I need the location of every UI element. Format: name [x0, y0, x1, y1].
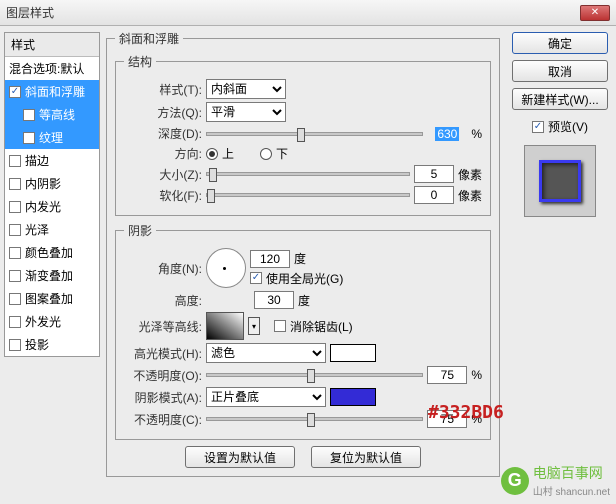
shadow-mode-select[interactable]: 正片叠底	[206, 387, 326, 407]
ok-button[interactable]: 确定	[512, 32, 608, 54]
depth-input[interactable]: 630	[427, 127, 467, 141]
checkbox-icon[interactable]	[9, 293, 21, 305]
highlight-mode-label: 高光模式(H):	[124, 345, 202, 362]
bevel-legend: 斜面和浮雕	[115, 30, 183, 47]
style-bevel[interactable]: 斜面和浮雕	[5, 80, 99, 103]
reset-default-button[interactable]: 复位为默认值	[311, 446, 421, 468]
style-drop-shadow[interactable]: 投影	[5, 333, 99, 356]
style-select[interactable]: 内斜面	[206, 79, 286, 99]
blend-options-row[interactable]: 混合选项:默认	[5, 57, 99, 80]
angle-dial[interactable]	[206, 248, 246, 288]
checkbox-icon[interactable]	[9, 201, 21, 213]
style-outer-glow[interactable]: 外发光	[5, 310, 99, 333]
soften-input[interactable]	[414, 186, 454, 204]
checkbox-icon[interactable]	[9, 178, 21, 190]
watermark-icon: G	[501, 467, 529, 495]
checkbox-icon[interactable]	[23, 132, 35, 144]
checkbox-icon[interactable]	[9, 316, 21, 328]
preview-chip	[539, 160, 581, 202]
style-inner-glow[interactable]: 内发光	[5, 195, 99, 218]
checkbox-icon[interactable]	[9, 270, 21, 282]
checkbox-icon[interactable]	[23, 109, 35, 121]
direction-label: 方向:	[124, 145, 202, 162]
highlight-mode-select[interactable]: 滤色	[206, 343, 326, 363]
size-slider[interactable]	[206, 172, 410, 176]
size-label: 大小(Z):	[124, 166, 202, 183]
highlight-color-swatch[interactable]	[330, 344, 376, 362]
shading-legend: 阴影	[124, 222, 156, 239]
styles-panel: 样式 混合选项:默认 斜面和浮雕 等高线 纹理 描边 内阴影 内发光 光泽 颜色…	[0, 26, 104, 504]
shadow-opacity-label: 不透明度(C):	[124, 411, 202, 428]
window-title: 图层样式	[6, 4, 54, 21]
settings-panel: 斜面和浮雕 结构 样式(T): 内斜面 方法(Q): 平滑 深度(D): 630…	[104, 26, 504, 504]
soften-slider[interactable]	[206, 193, 410, 197]
technique-label: 方法(Q):	[124, 104, 202, 121]
hex-annotation: #332BD6	[428, 402, 504, 423]
angle-input[interactable]	[250, 250, 290, 268]
soften-label: 软化(F):	[124, 187, 202, 204]
size-input[interactable]	[414, 165, 454, 183]
style-pattern-overlay[interactable]: 图案叠加	[5, 287, 99, 310]
highlight-opacity-input[interactable]	[427, 366, 467, 384]
style-texture[interactable]: 纹理	[5, 126, 99, 149]
style-color-overlay[interactable]: 颜色叠加	[5, 241, 99, 264]
radio-up[interactable]	[206, 148, 218, 160]
style-gradient-overlay[interactable]: 渐变叠加	[5, 264, 99, 287]
watermark: G 电脑百事网 山村 shancun.net	[501, 463, 610, 498]
structure-legend: 结构	[124, 53, 156, 70]
cancel-button[interactable]: 取消	[512, 60, 608, 82]
close-button[interactable]: ✕	[580, 5, 610, 21]
global-light-checkbox[interactable]	[250, 272, 262, 284]
angle-label: 角度(N):	[124, 260, 202, 277]
altitude-label: 高度:	[124, 292, 202, 309]
main: 样式 混合选项:默认 斜面和浮雕 等高线 纹理 描边 内阴影 内发光 光泽 颜色…	[0, 26, 616, 504]
style-stroke[interactable]: 描边	[5, 149, 99, 172]
antialias-checkbox[interactable]	[274, 320, 286, 332]
altitude-input[interactable]	[254, 291, 294, 309]
shadow-mode-label: 阴影模式(A):	[124, 389, 202, 406]
radio-down[interactable]	[260, 148, 272, 160]
depth-slider[interactable]	[206, 132, 423, 136]
depth-label: 深度(D):	[124, 125, 202, 142]
checkbox-icon[interactable]	[9, 247, 21, 259]
new-style-button[interactable]: 新建样式(W)...	[512, 88, 608, 110]
preview-box	[524, 145, 596, 217]
gloss-contour[interactable]	[206, 312, 244, 340]
preview-checkbox[interactable]	[532, 121, 544, 133]
shadow-opacity-slider[interactable]	[206, 417, 423, 421]
checkbox-icon[interactable]	[9, 86, 21, 98]
make-default-button[interactable]: 设置为默认值	[185, 446, 295, 468]
highlight-opacity-label: 不透明度(O):	[124, 367, 202, 384]
checkbox-icon[interactable]	[9, 339, 21, 351]
style-label: 样式(T):	[124, 81, 202, 98]
styles-header: 样式	[5, 33, 99, 57]
technique-select[interactable]: 平滑	[206, 102, 286, 122]
structure-fieldset: 结构 样式(T): 内斜面 方法(Q): 平滑 深度(D): 630 % 方向:	[115, 53, 491, 216]
checkbox-icon[interactable]	[9, 155, 21, 167]
chevron-down-icon[interactable]: ▾	[248, 317, 260, 335]
titlebar: 图层样式 ✕	[0, 0, 616, 26]
highlight-opacity-slider[interactable]	[206, 373, 423, 377]
preview-label: 预览(V)	[548, 118, 588, 135]
gloss-label: 光泽等高线:	[124, 318, 202, 335]
style-contour[interactable]: 等高线	[5, 103, 99, 126]
style-satin[interactable]: 光泽	[5, 218, 99, 241]
style-inner-shadow[interactable]: 内阴影	[5, 172, 99, 195]
actions-panel: 确定 取消 新建样式(W)... 预览(V)	[504, 26, 616, 504]
checkbox-icon[interactable]	[9, 224, 21, 236]
shadow-color-swatch[interactable]	[330, 388, 376, 406]
